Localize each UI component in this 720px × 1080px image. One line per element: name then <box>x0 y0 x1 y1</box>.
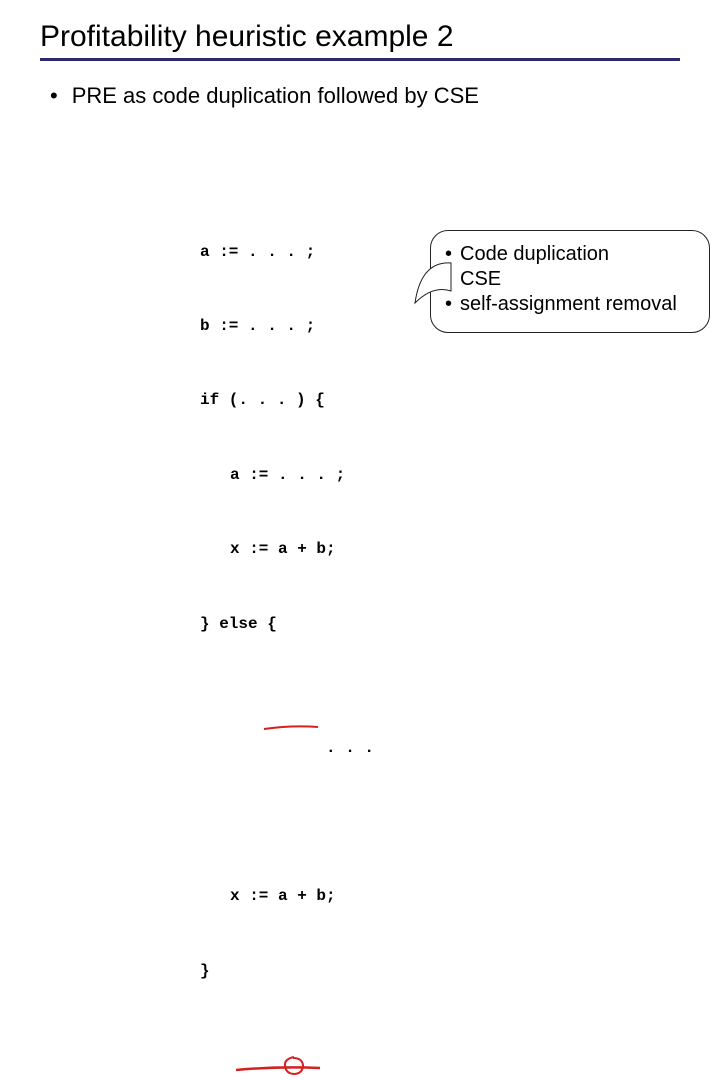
underline-mark-icon <box>262 723 322 733</box>
main-bullet-text: PRE as code duplication followed by CSE <box>72 83 479 109</box>
code-line: x := a + b; <box>200 884 374 909</box>
callout-tail-icon <box>413 257 453 307</box>
strikethrough-mark-icon <box>234 1062 324 1076</box>
callout-text: self-assignment removal <box>460 293 677 316</box>
callout-item: • CSE <box>445 268 695 291</box>
code-text: . . . <box>326 739 374 757</box>
code-line: if (. . . ) { <box>200 388 374 413</box>
title-underline <box>40 58 680 61</box>
callout-item: • self-assignment removal <box>445 293 695 316</box>
code-line: x := x; <box>200 1033 374 1080</box>
code-line: a := . . . ; <box>200 463 374 488</box>
code-block: a := . . . ; b := . . . ; if (. . . ) { … <box>200 190 374 1080</box>
code-line: } else { <box>200 612 374 637</box>
slide-title: Profitability heuristic example 2 <box>40 20 680 54</box>
callout-text: CSE <box>460 268 501 291</box>
callout-box: • Code duplication • CSE • self-assignme… <box>430 230 710 333</box>
code-line: } <box>200 959 374 984</box>
circle-mark-icon <box>282 1055 306 1077</box>
callout-item: • Code duplication <box>445 243 695 266</box>
bullet-dot-icon: • <box>50 83 58 109</box>
code-line: a := . . . ; <box>200 240 374 265</box>
code-line: . . . <box>200 686 374 835</box>
code-line: x := a + b; <box>200 537 374 562</box>
callout-text: Code duplication <box>460 243 609 266</box>
code-line: b := . . . ; <box>200 314 374 339</box>
main-bullet: • PRE as code duplication followed by CS… <box>50 83 680 109</box>
